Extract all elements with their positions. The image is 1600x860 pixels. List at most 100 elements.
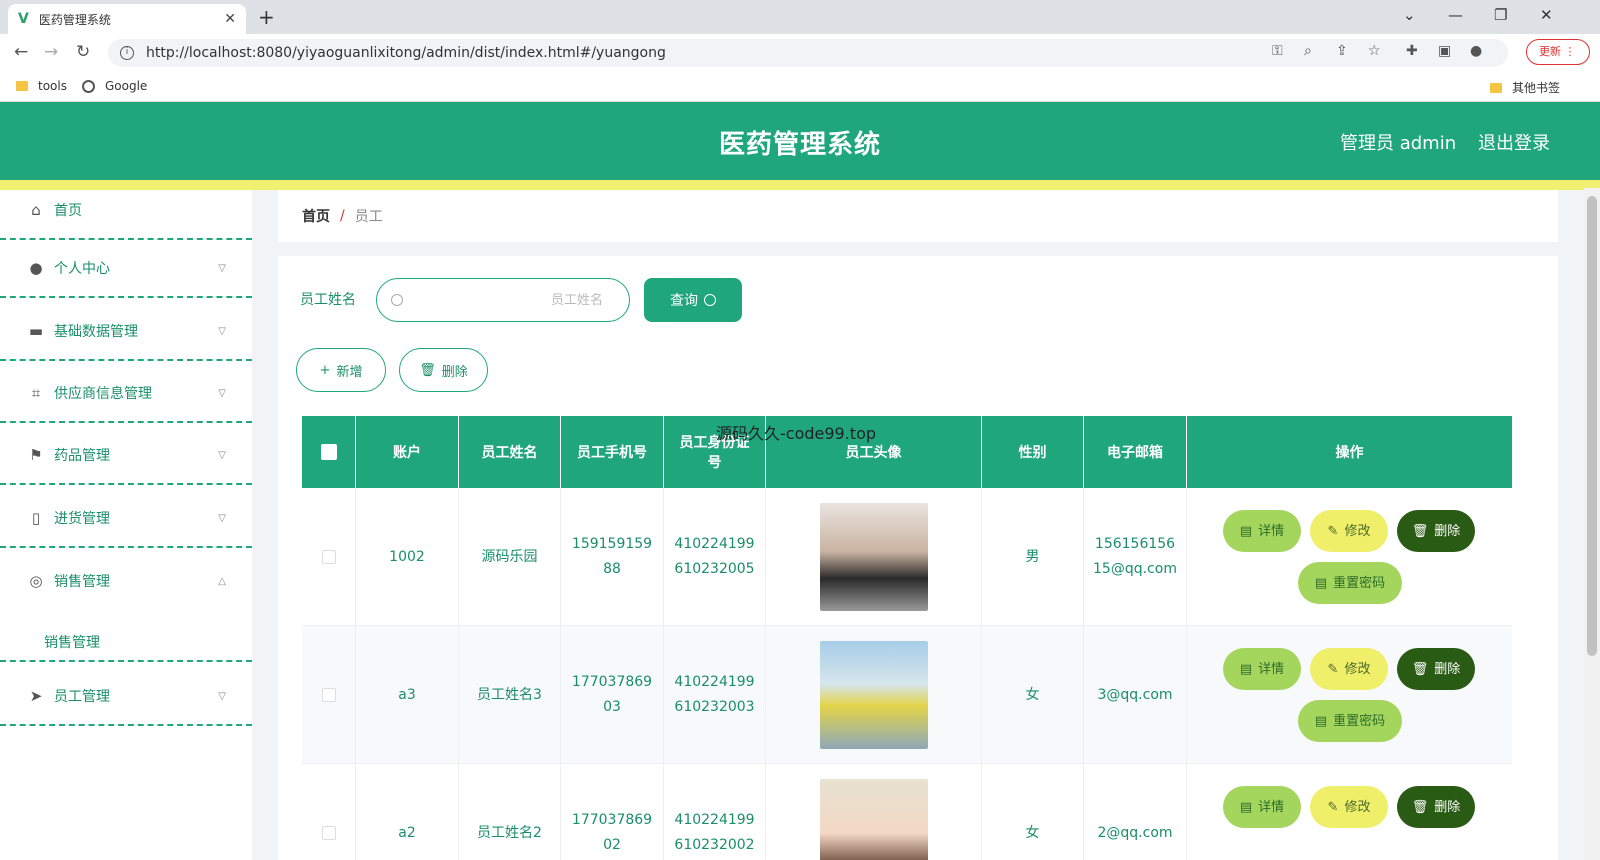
edit-button[interactable]: ✎ 修改 — [1310, 786, 1388, 828]
info-icon[interactable]: i — [120, 46, 134, 60]
query-button[interactable]: 查询 — [644, 278, 742, 322]
doc-icon: ▤ — [1314, 713, 1328, 729]
table-row: a2 员工姓名2 17703786902 410224199610232002 … — [302, 764, 1512, 860]
sidebar-item-supplier[interactable]: ⌗ 供应商信息管理 ▽ — [0, 365, 252, 423]
avatar — [819, 641, 928, 749]
other-bookmarks[interactable]: 其他书签 — [1490, 79, 1560, 96]
bookmark-google[interactable]: Google — [82, 79, 147, 93]
detail-button[interactable]: ▤ 详情 — [1223, 648, 1301, 690]
column-header: 电子邮箱 — [1084, 416, 1187, 488]
key-icon[interactable]: ⚿ — [1272, 43, 1283, 59]
row-select-cell — [302, 626, 356, 764]
star-icon[interactable]: ☆ — [1368, 43, 1381, 59]
reset-password-button[interactable]: ▤ 重置密码 — [1298, 700, 1402, 742]
trash-icon: 🗑 — [1411, 523, 1429, 539]
row-checkbox[interactable] — [321, 826, 336, 840]
cell-avatar — [766, 488, 982, 626]
search-box[interactable] — [376, 278, 630, 322]
browser-tab[interactable]: V 医药管理系统 ✕ — [8, 4, 246, 34]
page-scrollbar[interactable] — [1584, 188, 1600, 860]
zoom-icon[interactable]: ⌕ — [1304, 43, 1312, 59]
cell-phone: 15915915988 — [561, 488, 664, 626]
reset-password-button[interactable]: ▤ 重置密码 — [1298, 562, 1402, 604]
sidebar-item-staff[interactable]: ➤ 员工管理 ▽ — [0, 668, 252, 726]
globe-icon — [82, 79, 95, 93]
cell-name: 源码乐园 — [459, 488, 561, 626]
row-checkbox[interactable] — [321, 550, 336, 564]
new-tab-icon[interactable]: + — [258, 5, 275, 29]
extensions-icon[interactable]: ✚ — [1406, 43, 1418, 59]
search-input[interactable] — [403, 292, 603, 308]
cell-account: a3 — [356, 626, 459, 764]
cell-email: 15615615615@qq.com — [1084, 488, 1187, 626]
doc-icon: ▤ — [1239, 661, 1253, 677]
breadcrumb: 首页 / 员工 — [278, 190, 1558, 242]
tab-list-icon[interactable]: ⌄ — [1403, 6, 1416, 24]
sidebar-item-medicine[interactable]: ⚑ 药品管理 ▽ — [0, 427, 252, 485]
row-select-cell — [302, 488, 356, 626]
send-icon: ➤ — [29, 687, 43, 705]
cell-avatar — [766, 626, 982, 764]
row-checkbox[interactable] — [321, 688, 336, 702]
search-icon — [704, 294, 716, 306]
window-close-icon[interactable]: ✕ — [1540, 6, 1553, 24]
cell-phone: 17703786902 — [561, 764, 664, 860]
sidepanel-icon[interactable]: ▣ — [1438, 43, 1451, 59]
bookmarks-bar: tools Google 其他书签 — [0, 72, 1600, 102]
breadcrumb-separator: / — [340, 208, 345, 224]
chevron-up-icon: △ — [218, 575, 226, 587]
maximize-icon[interactable]: ❐ — [1494, 6, 1507, 24]
chevron-down-icon: ▽ — [218, 690, 226, 702]
select-all-cell — [302, 416, 356, 488]
share-icon[interactable]: ⇪ — [1336, 43, 1348, 59]
delete-button[interactable]: 🗑 删除 — [1397, 648, 1475, 690]
url-text: http://localhost:8080/yiyaoguanlixitong/… — [146, 45, 666, 61]
cell-operations: ▤ 详情 ✎ 修改 🗑 删除 ▤ 重置密码 — [1187, 488, 1512, 626]
overlay-watermark-text: 源码久久-code99.top — [716, 424, 877, 443]
chevron-down-icon: ▽ — [218, 387, 226, 399]
pencil-icon: ✎ — [1327, 523, 1339, 539]
sidebar-item-sales[interactable]: ◎ 销售管理 △ — [0, 552, 252, 610]
cell-phone: 17703786903 — [561, 626, 664, 764]
column-header: 性别 — [982, 416, 1084, 488]
add-button[interactable]: + 新增 — [296, 348, 386, 392]
bookmark-tools[interactable]: tools — [16, 79, 67, 93]
batch-delete-button[interactable]: 🗑 删除 — [399, 348, 488, 392]
browser-tabbar: V 医药管理系统 ✕ + ⌄ — ❐ ✕ — [0, 0, 1600, 34]
vue-logo-icon: V — [18, 11, 29, 27]
profile-icon[interactable]: ● — [1470, 43, 1482, 59]
cell-gender: 女 — [982, 626, 1084, 764]
scrollbar-thumb[interactable] — [1587, 196, 1597, 656]
sidebar-item-purchase[interactable]: ▯ 进货管理 ▽ — [0, 490, 252, 548]
breadcrumb-home[interactable]: 首页 — [302, 206, 330, 226]
sidebar-item-basic-data[interactable]: ▬ 基础数据管理 ▽ — [0, 303, 252, 361]
submenu-item-sales[interactable]: 销售管理 — [44, 632, 100, 652]
detail-button[interactable]: ▤ 详情 — [1223, 510, 1301, 552]
logout-link[interactable]: 退出登录 — [1478, 129, 1550, 155]
sidebar-item-personal[interactable]: ● 个人中心 ▽ — [0, 240, 252, 298]
reload-icon[interactable]: ↻ — [76, 42, 90, 62]
cell-email: 3@qq.com — [1084, 626, 1187, 764]
app-header: 医药管理系统 管理员 admin 退出登录 — [0, 102, 1600, 190]
chevron-down-icon: ▽ — [218, 449, 226, 461]
cell-idcard: 410224199610232003 — [664, 626, 766, 764]
back-icon[interactable]: ← — [14, 42, 28, 62]
sidebar-item-home[interactable]: ⌂ 首页 — [0, 182, 252, 240]
search-icon — [391, 294, 403, 306]
edit-button[interactable]: ✎ 修改 — [1310, 648, 1388, 690]
delete-button[interactable]: 🗑 删除 — [1397, 510, 1475, 552]
search-label: 员工姓名 — [300, 292, 356, 308]
detail-button[interactable]: ▤ 详情 — [1223, 786, 1301, 828]
trash-icon: 🗑 — [1411, 799, 1429, 815]
minimize-icon[interactable]: — — [1448, 6, 1463, 24]
phone-icon: ▯ — [31, 509, 41, 527]
select-all-checkbox[interactable] — [320, 444, 337, 460]
column-header: 账户 — [356, 416, 459, 488]
url-field[interactable]: i http://localhost:8080/yiyaoguanlixiton… — [108, 39, 1508, 67]
forward-icon[interactable]: → — [44, 42, 58, 62]
update-button[interactable]: 更新 ⋮ — [1526, 39, 1590, 65]
close-tab-icon[interactable]: ✕ — [224, 11, 236, 27]
avatar — [819, 503, 928, 611]
edit-button[interactable]: ✎ 修改 — [1310, 510, 1388, 552]
delete-button[interactable]: 🗑 删除 — [1397, 786, 1475, 828]
